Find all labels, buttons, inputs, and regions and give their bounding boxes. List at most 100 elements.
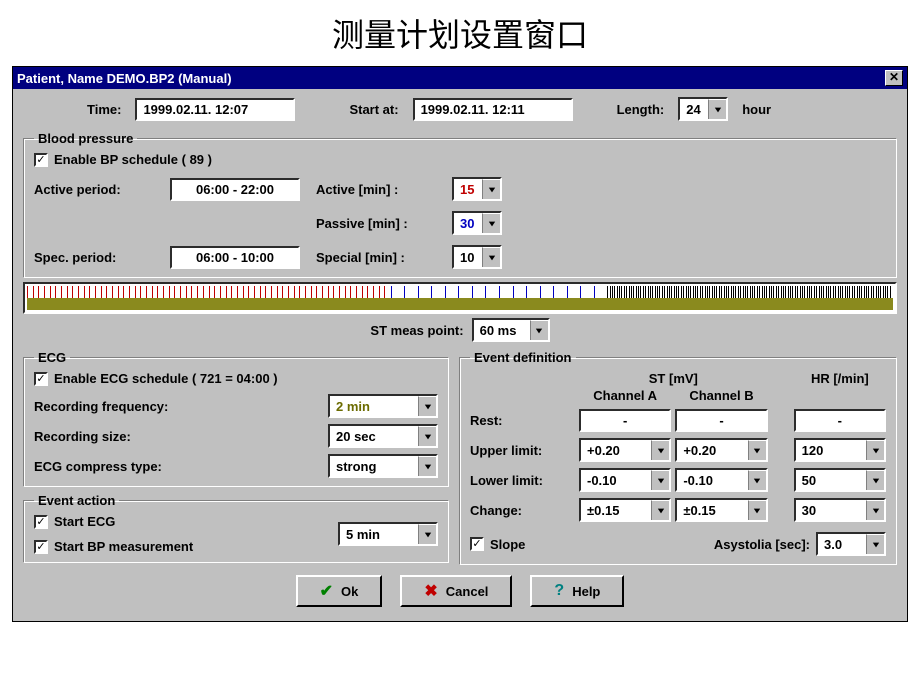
help-label: Help	[572, 584, 600, 599]
close-button[interactable]: ✕	[885, 70, 903, 86]
ok-label: Ok	[341, 584, 358, 599]
st-header: ST [mV]	[579, 371, 768, 386]
change-hr-value: 30	[796, 500, 866, 520]
upper-hr-select[interactable]: 120	[794, 438, 886, 462]
asystolia-value: 3.0	[818, 534, 866, 554]
enable-ecg-checkbox[interactable]: ✓	[34, 372, 48, 386]
active-min-select[interactable]: 15	[452, 177, 502, 201]
rec-size-label: Recording size:	[34, 429, 131, 444]
page-heading: 测量计划设置窗口	[0, 0, 920, 66]
lower-a-select[interactable]: -0.10	[579, 468, 671, 492]
start-at-label: Start at:	[349, 102, 398, 117]
chevron-down-icon	[418, 456, 436, 476]
event-def-legend: Event definition	[470, 350, 576, 365]
chevron-down-icon	[866, 534, 884, 554]
lower-hr-value: 50	[796, 470, 866, 490]
event-duration-select[interactable]: 5 min	[338, 522, 438, 546]
passive-min-select[interactable]: 30	[452, 211, 502, 235]
enable-bp-label: Enable BP schedule ( 89 )	[54, 152, 212, 167]
check-icon: ✓	[472, 539, 481, 549]
chevron-down-icon	[866, 500, 884, 520]
check-icon: ✓	[36, 155, 45, 165]
cancel-label: Cancel	[446, 584, 489, 599]
upper-b-select[interactable]: +0.20	[675, 438, 767, 462]
compress-select[interactable]: strong	[328, 454, 438, 478]
start-bp-checkbox[interactable]: ✓	[34, 540, 48, 554]
help-button[interactable]: ? Help	[530, 575, 624, 607]
upper-a-select[interactable]: +0.20	[579, 438, 671, 462]
rest-label: Rest:	[470, 413, 575, 428]
rest-hr-field[interactable]: -	[794, 409, 886, 432]
st-meas-select[interactable]: 60 ms	[472, 318, 550, 342]
ok-button[interactable]: ✔ Ok	[296, 575, 383, 607]
length-unit: hour	[742, 102, 771, 117]
slope-checkbox[interactable]: ✓	[470, 537, 484, 551]
active-period-label: Active period:	[34, 182, 154, 197]
cancel-button[interactable]: ✖ Cancel	[400, 575, 512, 607]
lower-label: Lower limit:	[470, 473, 575, 488]
change-b-value: ±0.15	[677, 500, 747, 520]
passive-min-label: Passive [min] :	[316, 216, 436, 231]
event-definition-group: Event definition ST [mV] HR [/min] Chann…	[459, 350, 897, 565]
compress-value: strong	[330, 456, 418, 476]
chevron-down-icon	[482, 213, 500, 233]
upper-label: Upper limit:	[470, 443, 575, 458]
chevron-down-icon	[651, 500, 669, 520]
passive-min-value: 30	[454, 213, 482, 233]
check-icon: ✓	[36, 517, 45, 527]
dialog-window: Patient, Name DEMO.BP2 (Manual) ✕ Time: …	[12, 66, 908, 622]
asystolia-select[interactable]: 3.0	[816, 532, 886, 556]
bp-legend: Blood pressure	[34, 131, 137, 146]
start-ecg-checkbox[interactable]: ✓	[34, 515, 48, 529]
chevron-down-icon	[748, 440, 766, 460]
rec-size-select[interactable]: 20 sec	[328, 424, 438, 448]
lower-b-select[interactable]: -0.10	[675, 468, 767, 492]
chevron-down-icon	[748, 500, 766, 520]
ecg-group: ECG ✓ Enable ECG schedule ( 721 = 04:00 …	[23, 350, 449, 487]
change-b-select[interactable]: ±0.15	[675, 498, 767, 522]
special-min-select[interactable]: 10	[452, 245, 502, 269]
rec-freq-value: 2 min	[330, 396, 418, 416]
time-label: Time:	[87, 102, 121, 117]
st-meas-value: 60 ms	[474, 320, 530, 340]
rec-freq-label: Recording frequency:	[34, 399, 168, 414]
enable-bp-checkbox[interactable]: ✓	[34, 153, 48, 167]
lower-hr-select[interactable]: 50	[794, 468, 886, 492]
change-a-value: ±0.15	[581, 500, 651, 520]
start-at-field[interactable]: 1999.02.11. 12:11	[413, 98, 573, 121]
chevron-down-icon	[748, 470, 766, 490]
check-icon: ✓	[36, 542, 45, 552]
time-field[interactable]: 1999.02.11. 12:07	[135, 98, 295, 121]
chevron-down-icon	[866, 440, 884, 460]
rec-size-value: 20 sec	[330, 426, 418, 446]
chevron-down-icon	[418, 426, 436, 446]
change-a-select[interactable]: ±0.15	[579, 498, 671, 522]
start-bp-label: Start BP measurement	[54, 539, 193, 554]
chevron-down-icon	[482, 247, 500, 267]
channel-a-header: Channel A	[579, 388, 671, 403]
event-duration-value: 5 min	[340, 524, 418, 544]
ecg-legend: ECG	[34, 350, 70, 365]
rest-a-field[interactable]: -	[579, 409, 671, 432]
active-min-label: Active [min] :	[316, 182, 436, 197]
enable-ecg-label: Enable ECG schedule ( 721 = 04:00 )	[54, 371, 278, 386]
check-green-icon: ✔	[320, 581, 333, 601]
lower-b-value: -0.10	[677, 470, 747, 490]
rest-b-field[interactable]: -	[675, 409, 767, 432]
chevron-down-icon	[651, 440, 669, 460]
change-hr-select[interactable]: 30	[794, 498, 886, 522]
length-select[interactable]: 24	[678, 97, 728, 121]
slope-label: Slope	[490, 537, 525, 552]
spec-period-field[interactable]: 06:00 - 10:00	[170, 246, 300, 269]
blood-pressure-group: Blood pressure ✓ Enable BP schedule ( 89…	[23, 131, 897, 278]
event-action-legend: Event action	[34, 493, 119, 508]
asystolia-label: Asystolia [sec]:	[714, 537, 810, 552]
rec-freq-select[interactable]: 2 min	[328, 394, 438, 418]
chevron-down-icon	[418, 524, 436, 544]
upper-hr-value: 120	[796, 440, 866, 460]
special-min-value: 10	[454, 247, 482, 267]
length-value: 24	[680, 99, 708, 119]
active-period-field[interactable]: 06:00 - 22:00	[170, 178, 300, 201]
schedule-timeline[interactable]	[23, 282, 897, 314]
upper-b-value: +0.20	[677, 440, 747, 460]
